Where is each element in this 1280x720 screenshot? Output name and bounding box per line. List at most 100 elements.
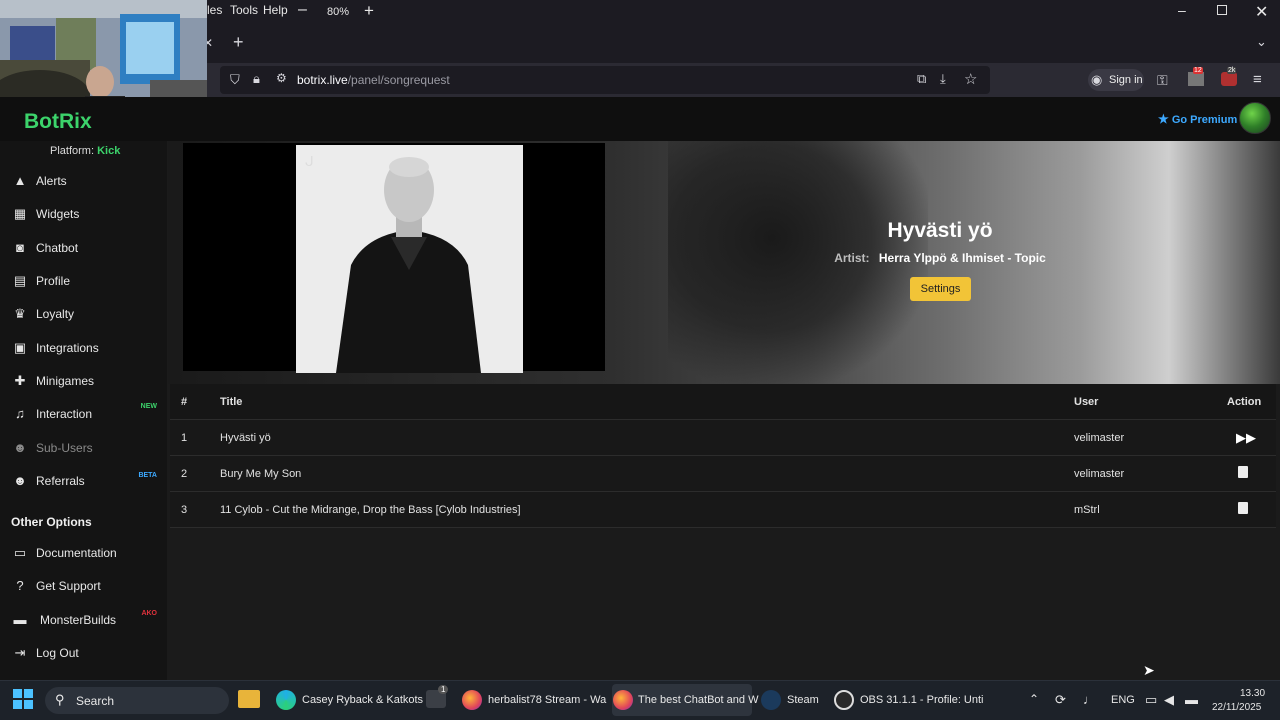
minimize-icon[interactable]: – xyxy=(1178,2,1186,18)
bookmark-star-icon[interactable]: ☆ xyxy=(964,70,977,88)
restore-icon[interactable] xyxy=(1217,5,1227,15)
edge-icon xyxy=(276,690,296,710)
sidebar-item-label: Alerts xyxy=(36,174,67,188)
song-title: Hyvästi yö xyxy=(887,219,993,242)
menu-help[interactable]: Help xyxy=(263,3,288,17)
firefox-icon xyxy=(613,690,633,710)
go-premium-button[interactable]: ★ Go Premium xyxy=(1158,112,1237,126)
book-icon: ▭ xyxy=(13,545,27,560)
sidebar-item-sub-users[interactable]: ☻ Sub-Users xyxy=(0,433,167,463)
extension-badge-2: 2k xyxy=(1227,67,1237,74)
sidebar-item-alerts[interactable]: ▲ Alerts xyxy=(0,166,167,196)
integrations-icon: ▣ xyxy=(13,340,27,355)
volume-icon[interactable]: ◀︎ xyxy=(1164,692,1174,708)
sidebar-item-get-support[interactable]: ? Get Support xyxy=(0,571,167,601)
tray-chevron-icon[interactable]: ⌃ xyxy=(1029,692,1039,706)
sidebar-item-label: Interaction xyxy=(36,407,93,421)
id-card-icon: ▤ xyxy=(13,273,27,288)
url-text[interactable]: botrix.live/panel/songrequest xyxy=(297,73,450,87)
shield-icon[interactable]: ⛉ xyxy=(230,72,240,88)
sidebar-item-monsterbuilds[interactable]: ▬ MonsterBuilds AKO xyxy=(0,605,167,635)
tab-list-chevron-icon[interactable]: ⌄ xyxy=(1256,34,1267,50)
ako-badge: AKO xyxy=(141,610,157,617)
row-title: Bury Me My Son xyxy=(220,468,302,480)
table-row: 1 Hyvästi yö velimaster ▶▶ xyxy=(170,420,1276,456)
taskbar-app-label: Casey Ryback & Katkots xyxy=(302,694,424,706)
trash-icon[interactable] xyxy=(1238,502,1248,514)
taskbar-app-edge[interactable]: Casey Ryback & Katkots xyxy=(276,684,423,716)
taskbar-search[interactable]: ⚲ Search xyxy=(45,687,229,714)
sidebar-item-label: Minigames xyxy=(36,374,95,388)
sidebar-item-profile[interactable]: ▤ Profile xyxy=(0,266,167,296)
sign-in-button[interactable]: ◉ Sign in xyxy=(1088,69,1144,91)
sidebar-item-label: Get Support xyxy=(36,579,101,593)
row-title: 11 Cylob - Cut the Midrange, Drop the Ba… xyxy=(220,504,521,516)
menu-tools[interactable]: Tools xyxy=(230,3,258,17)
extension-icon[interactable]: 12 xyxy=(1188,67,1204,86)
table-row: 2 Bury Me My Son velimaster xyxy=(170,456,1276,492)
clock-date[interactable]: 22/11/2025 xyxy=(1212,702,1261,713)
lock-icon[interactable]: 🔒︎ xyxy=(253,71,260,87)
sidebar-item-widgets[interactable]: ▦ Widgets xyxy=(0,199,167,229)
obs-icon xyxy=(834,690,854,710)
language-indicator[interactable]: ENG xyxy=(1111,694,1135,706)
clock-time[interactable]: 13.30 xyxy=(1240,688,1265,699)
sidebar-item-interaction[interactable]: ♫ Interaction NEW xyxy=(0,399,167,429)
beta-badge: BETA xyxy=(138,472,157,479)
sidebar-item-chatbot[interactable]: ◙ Chatbot xyxy=(0,233,167,263)
windows-start-icon[interactable] xyxy=(13,689,33,709)
account-icon: ◉ xyxy=(1091,72,1103,87)
video-player[interactable]: ᒍ xyxy=(183,143,605,373)
sidebar-item-integrations[interactable]: ▣ Integrations xyxy=(0,333,167,363)
microphone-icon[interactable]: ♩ xyxy=(1083,692,1096,707)
taskbar-app-firefox-2[interactable]: The best ChatBot and W xyxy=(612,684,758,716)
close-window-icon[interactable]: ✕ xyxy=(1255,2,1268,22)
sidebar-item-log-out[interactable]: ⇥ Log Out xyxy=(0,638,167,668)
battery-icon[interactable]: ▬ xyxy=(1185,692,1198,707)
skip-icon[interactable]: ▶▶ xyxy=(1236,430,1256,446)
zoom-level[interactable]: 80% xyxy=(327,6,349,18)
permissions-icon[interactable]: ⚙︎ xyxy=(276,71,287,85)
extension-icon-2[interactable]: 2k xyxy=(1221,67,1237,86)
platform-prefix: Platform: xyxy=(50,145,95,157)
sidebar-item-label: Integrations xyxy=(36,341,99,355)
extensions-icon[interactable]: ⚿ xyxy=(1157,72,1168,89)
sidebar-item-minigames[interactable]: ✚ Minigames xyxy=(0,366,167,396)
zoom-out-icon[interactable]: – xyxy=(298,1,307,19)
botrix-logo[interactable]: BotRix xyxy=(24,110,92,134)
taskbar-app-steam[interactable]: Steam xyxy=(761,684,821,716)
row-number: 1 xyxy=(181,432,188,444)
new-tab-icon[interactable]: + xyxy=(233,32,244,53)
sidebar-item-documentation[interactable]: ▭ Documentation xyxy=(0,538,167,568)
avatar[interactable] xyxy=(1239,102,1271,134)
menu-files[interactable]: les xyxy=(207,3,222,17)
sidebar-item-loyalty[interactable]: ♛ Loyalty xyxy=(0,299,167,329)
app-header xyxy=(0,97,1280,141)
row-user: velimaster xyxy=(1074,468,1125,480)
address-bar[interactable]: ⛉ 🔒︎ ⚙︎ botrix.live/panel/songrequest ⧉ … xyxy=(220,66,990,94)
warning-icon: ▲ xyxy=(13,173,27,188)
video-frame xyxy=(296,145,523,373)
sidebar-item-referrals[interactable]: ☻ Referrals BETA xyxy=(0,466,167,496)
artist-photo xyxy=(296,145,523,373)
picture-in-picture-icon[interactable]: ⧉ xyxy=(917,71,926,87)
file-explorer-icon[interactable] xyxy=(238,690,260,708)
sidebar-item-label: Loyalty xyxy=(36,307,75,321)
network-icon[interactable]: ▭ xyxy=(1145,692,1157,708)
mouse-cursor-icon: ➤ xyxy=(1143,662,1155,678)
sync-icon[interactable]: ⟳ xyxy=(1055,692,1066,708)
zoom-in-icon[interactable]: + xyxy=(364,1,374,21)
video-logo-icon: ᒍ xyxy=(305,153,314,169)
trash-icon[interactable] xyxy=(1238,466,1248,478)
hamburger-menu-icon[interactable]: ≡ xyxy=(1253,71,1262,88)
table-header: # Title User Action xyxy=(170,384,1276,420)
taskbar-app-obs[interactable]: OBS 31.1.1 - Profile: Unti xyxy=(834,684,984,716)
save-to-pocket-icon[interactable]: ⤓ xyxy=(940,71,946,87)
settings-button[interactable]: Settings xyxy=(910,277,971,301)
laptop-icon: ▬ xyxy=(13,612,27,627)
question-icon: ? xyxy=(16,578,24,593)
row-number: 2 xyxy=(181,468,188,480)
sidebar-item-label: Documentation xyxy=(36,546,117,560)
taskbar-app-firefox-1[interactable]: herbalist78 Stream - Wa xyxy=(462,684,606,716)
store-icon[interactable]: 1 xyxy=(426,685,449,708)
